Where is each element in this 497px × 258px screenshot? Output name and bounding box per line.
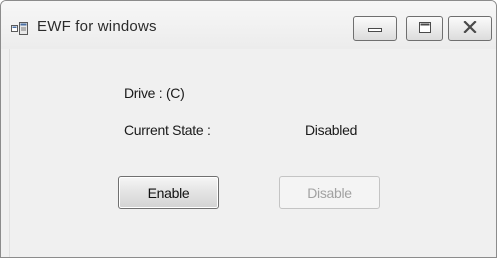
disable-button: Disable: [279, 176, 380, 209]
title-bar[interactable]: EWF for windows: [1, 1, 496, 49]
minimize-button[interactable]: [353, 16, 397, 41]
client-area: Drive : (C) Current State : Disabled Ena…: [9, 49, 488, 257]
close-button[interactable]: [448, 16, 492, 41]
app-window: EWF for windows Drive: (C) Current Stat…: [0, 0, 497, 258]
maximize-button[interactable]: [406, 16, 443, 41]
window-title: EWF for windows: [37, 18, 157, 35]
close-icon: [463, 19, 477, 38]
drive-label: Drive : (C): [124, 85, 185, 101]
app-icon: [11, 22, 28, 36]
minimize-icon: [368, 20, 382, 38]
current-state-label: Current State :: [124, 122, 211, 138]
current-state-value: Disabled: [305, 122, 358, 138]
enable-button[interactable]: Enable: [118, 176, 219, 209]
maximize-icon: [418, 20, 431, 38]
